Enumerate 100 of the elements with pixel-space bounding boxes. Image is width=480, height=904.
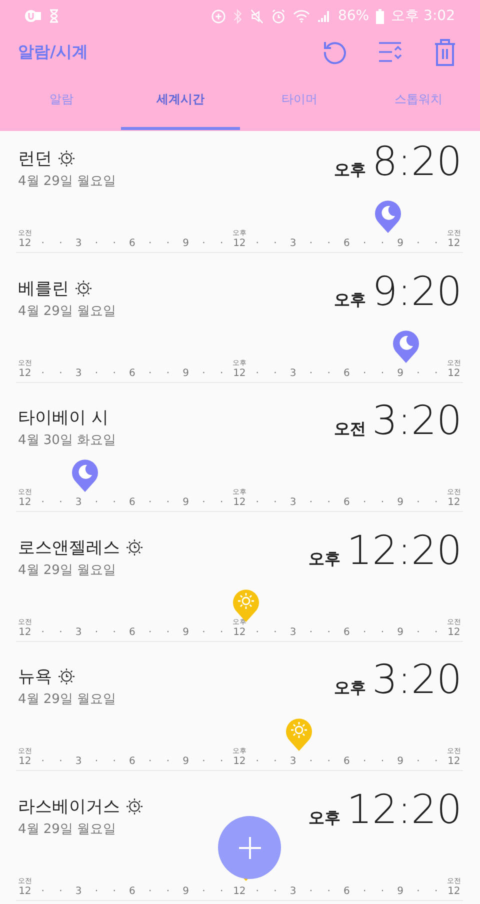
scale-label: · — [94, 626, 98, 638]
scale-label: · — [202, 497, 206, 509]
scale-label: · — [327, 756, 330, 768]
city-time: 12:20 — [346, 786, 462, 832]
scale-label: · — [202, 756, 206, 768]
scale-label: 3 — [75, 886, 82, 898]
scale-label: 12 — [18, 238, 32, 250]
scale-label: 9 — [397, 626, 404, 638]
scale-label: 12 — [233, 756, 246, 768]
tab[interactable]: 스톱워치 — [359, 71, 478, 130]
scale-label: · — [148, 626, 152, 638]
scale-label: · — [256, 756, 259, 768]
scale-label: · — [416, 497, 420, 509]
scale-label: 9 — [182, 756, 189, 768]
scale-label: 6 — [344, 756, 350, 768]
scale-label: · — [41, 886, 44, 898]
city-name: 로스앤젤레스 — [18, 536, 120, 558]
city-time: 3:20 — [372, 657, 462, 703]
scale-label: · — [380, 756, 384, 768]
city-time: 3:20 — [372, 398, 462, 444]
scale-label: · — [112, 886, 116, 898]
scale-label: 9 — [397, 368, 404, 380]
scale-label: · — [309, 497, 313, 509]
scale-label: · — [380, 368, 384, 380]
city-name: 베를린 — [18, 278, 69, 300]
scale-label: · — [434, 368, 438, 380]
scale-label: · — [434, 756, 438, 768]
scale-label: 3 — [290, 368, 296, 380]
scale-label: · — [362, 497, 366, 509]
scale-label: 9 — [182, 238, 189, 250]
scale-label: · — [416, 368, 420, 380]
scale-label: 6 — [129, 497, 136, 509]
scale-label: 6 — [129, 886, 136, 898]
scale-label: 12 — [448, 756, 460, 768]
tab[interactable]: 세계시간 — [121, 71, 240, 130]
scale-label: · — [41, 626, 44, 638]
scale-label: 3 — [290, 886, 296, 898]
scale-label: · — [166, 238, 170, 250]
scale-label: · — [94, 238, 98, 250]
scale-label: · — [362, 238, 366, 250]
tab[interactable]: 알람 — [2, 71, 121, 130]
scale-label: 12 — [233, 886, 246, 898]
scale-label: · — [202, 626, 206, 638]
scale-label: · — [327, 368, 330, 380]
scale-label: · — [380, 626, 384, 638]
scale-label: 3 — [75, 756, 82, 768]
time-period: 오후 — [308, 808, 341, 828]
time-period: 오전 — [334, 419, 366, 440]
scale-label: 6 — [129, 238, 136, 250]
time-period: 오후 — [334, 290, 366, 310]
scale-label: 3 — [290, 756, 296, 768]
scale-label: · — [274, 497, 277, 509]
scale-label: 12 — [448, 626, 460, 638]
scale-label: · — [148, 368, 152, 380]
scale-label: 12 — [448, 368, 460, 380]
scale-label: 9 — [182, 368, 189, 380]
scale-label: · — [416, 238, 420, 250]
scale-label: · — [309, 626, 313, 638]
scale-label: 12 — [18, 368, 32, 380]
scale-label: · — [220, 238, 224, 250]
scale-label: · — [327, 886, 330, 898]
scale-label: · — [256, 238, 259, 250]
scale-label: · — [148, 238, 152, 250]
scale-label: · — [274, 368, 277, 380]
scale-label: 6 — [129, 626, 136, 638]
scale-label: 12 — [233, 626, 246, 638]
scale-label: · — [41, 238, 44, 250]
scale-label: 3 — [290, 626, 296, 638]
scale-label: · — [59, 886, 62, 898]
scale-label: · — [166, 886, 170, 898]
scale-label: 9 — [397, 497, 404, 509]
scale-label: 12 — [18, 626, 32, 638]
scale-label: · — [148, 756, 152, 768]
scale-label: · — [256, 368, 259, 380]
scale-label: 9 — [182, 626, 189, 638]
scale-label: · — [112, 626, 116, 638]
scale-label: · — [274, 756, 277, 768]
scale-label: 6 — [344, 886, 350, 898]
scale-label: · — [256, 497, 259, 509]
city-time: 9:20 — [372, 268, 462, 314]
scale-label: · — [112, 238, 116, 250]
scale-label: · — [166, 497, 170, 509]
status-time: 오후 3:02 — [391, 7, 455, 25]
city-name: 뉴욕 — [18, 666, 52, 688]
scale-label: 6 — [129, 756, 136, 768]
scale-label: · — [220, 756, 224, 768]
scale-label: 12 — [233, 497, 246, 509]
scale-label: · — [202, 238, 206, 250]
city-date: 4월 29일 월요일 — [18, 562, 118, 578]
tab[interactable]: 타이머 — [240, 71, 359, 130]
scale-label: 12 — [448, 238, 460, 250]
scale-label: 6 — [344, 497, 350, 509]
scale-label: · — [220, 886, 224, 898]
scale-label: · — [94, 368, 98, 380]
scale-label: 3 — [290, 497, 296, 509]
scale-label: 3 — [75, 238, 82, 250]
scale-label: · — [434, 497, 438, 509]
scale-label: · — [166, 626, 170, 638]
city-date: 4월 29일 월요일 — [18, 820, 118, 838]
scale-label: · — [166, 756, 170, 768]
